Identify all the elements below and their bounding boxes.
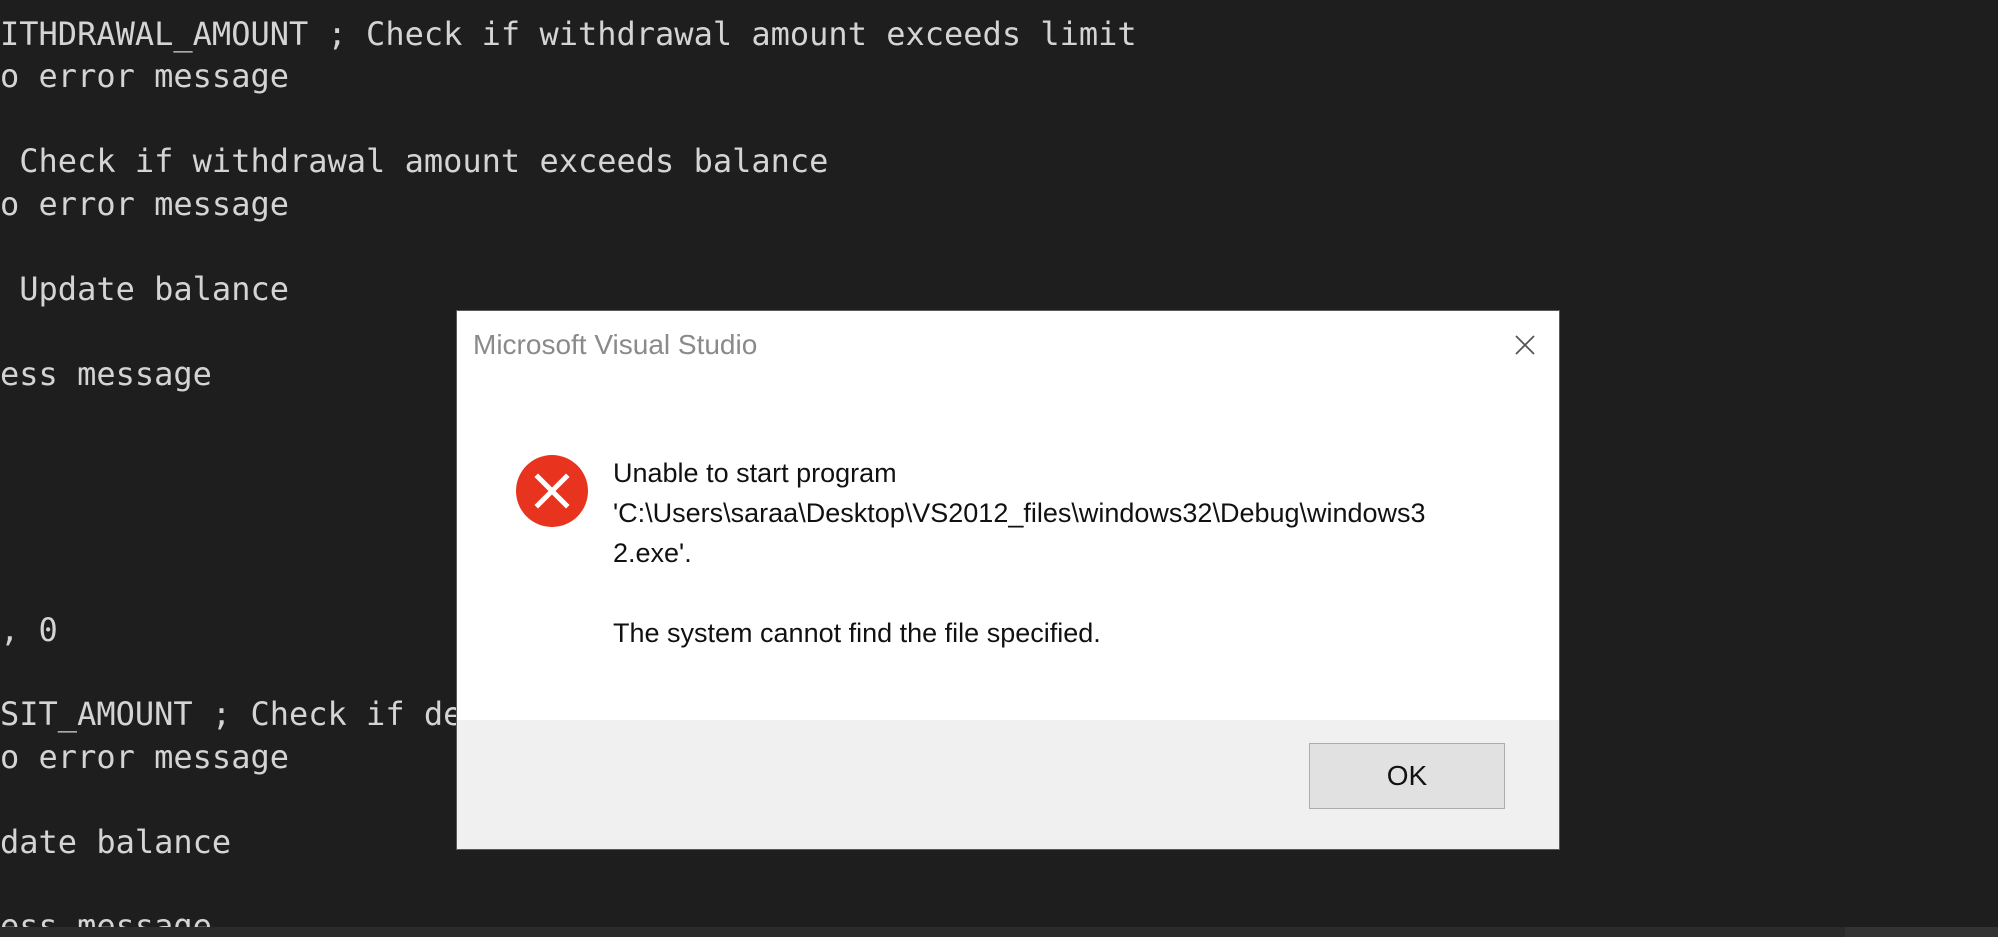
code-line: SIT_AMOUNT ; Check if dep [0,695,482,733]
code-line: o error message [0,57,289,95]
message-line: Unable to start program [613,458,897,488]
code-line: ess message [0,355,212,393]
close-button[interactable] [1503,323,1547,367]
code-line: o error message [0,185,289,223]
message-path-continued: 2.exe'. [613,538,692,568]
message-detail: The system cannot find the file specifie… [613,618,1101,648]
error-message: Unable to start program 'C:\Users\saraa\… [613,453,1513,653]
code-line: ITHDRAWAL_AMOUNT ; Check if withdrawal a… [0,15,1137,53]
code-line: , 0 [0,611,58,649]
error-icon [516,455,588,527]
ok-button[interactable]: OK [1309,743,1505,809]
message-spacer [613,573,1513,613]
code-line: Check if withdrawal amount exceeds balan… [0,142,829,180]
code-line: o error message [0,738,289,776]
code-line: Update balance [0,270,289,308]
code-line: date balance [0,823,232,861]
message-path: 'C:\Users\saraa\Desktop\VS2012_files\win… [613,498,1426,528]
status-bar-segment [1845,927,1998,937]
status-bar [0,927,1998,937]
error-dialog: Microsoft Visual Studio Unable to start … [456,310,1560,850]
close-icon [1515,335,1535,355]
dialog-title: Microsoft Visual Studio [473,329,758,360]
